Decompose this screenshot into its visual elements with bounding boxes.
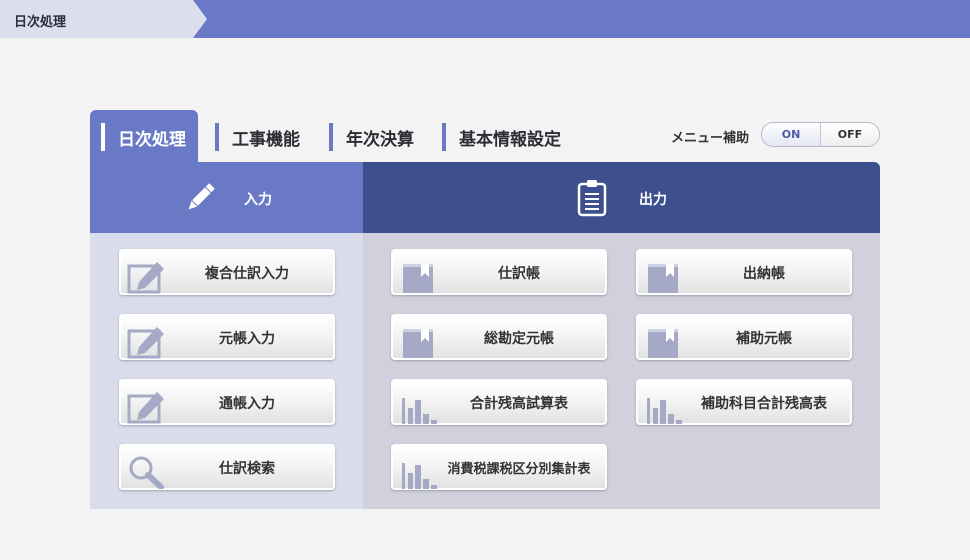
tab-label: 工事機能	[232, 129, 300, 150]
tab-marker	[101, 123, 105, 151]
cash-book-button[interactable]: 出納帳	[636, 249, 852, 295]
button-label: 元帳入力	[219, 331, 275, 347]
tab-marker	[442, 123, 446, 151]
button-label: 合計残高試算表	[470, 396, 568, 412]
button-label: 総勘定元帳	[484, 331, 554, 347]
input-panel-title: 入力	[244, 192, 272, 208]
toggle-on-button[interactable]: ON	[762, 123, 821, 146]
button-label: 出納帳	[743, 266, 785, 282]
ledger-icon	[403, 264, 433, 293]
journal-search-button[interactable]: 仕訳検索	[119, 444, 335, 490]
bar-chart-icon	[402, 463, 437, 489]
subsidiary-trial-balance-button[interactable]: 補助科目合計残高表	[636, 379, 852, 425]
output-panel-header: 出力	[363, 162, 880, 233]
ledger-icon	[648, 329, 678, 358]
breadcrumb-label: 日次処理	[14, 15, 67, 30]
button-label: 補助科目合計残高表	[701, 396, 827, 412]
general-ledger-button[interactable]: 総勘定元帳	[391, 314, 607, 360]
passbook-entry-button[interactable]: 通帳入力	[119, 379, 335, 425]
button-label: 通帳入力	[219, 396, 275, 412]
button-label: 仕訳検索	[219, 461, 275, 477]
output-panel-title: 出力	[639, 192, 667, 208]
button-label: 仕訳帳	[498, 266, 540, 282]
tab-construction[interactable]: 工事機能	[215, 123, 300, 151]
ledger-icon	[403, 329, 433, 358]
tab-daily-processing[interactable]: 日次処理	[101, 123, 186, 151]
bar-chart-icon	[647, 398, 682, 424]
menu-assist-label: メニュー補助	[671, 131, 750, 146]
pencil-icon	[188, 183, 215, 210]
journal-book-button[interactable]: 仕訳帳	[391, 249, 607, 295]
toggle-off-button[interactable]: OFF	[821, 123, 879, 146]
tab-basic-settings[interactable]: 基本情報設定	[442, 123, 561, 151]
breadcrumb[interactable]: 日次処理	[0, 0, 207, 38]
tab-year-end[interactable]: 年次決算	[329, 123, 414, 151]
button-label: 補助元帳	[736, 331, 792, 347]
trial-balance-button[interactable]: 合計残高試算表	[391, 379, 607, 425]
subsidiary-ledger-button[interactable]: 補助元帳	[636, 314, 852, 360]
consumption-tax-summary-button[interactable]: 消費税課税区分別集計表	[391, 444, 607, 490]
tab-marker	[215, 123, 219, 151]
compound-journal-entry-button[interactable]: 複合仕訳入力	[119, 249, 335, 295]
edit-icon	[127, 327, 164, 359]
tab-label: 年次決算	[346, 129, 414, 150]
search-icon	[129, 456, 164, 489]
tab-marker	[329, 123, 333, 151]
button-label: 消費税課税区分別集計表	[447, 462, 591, 477]
clipboard-icon	[577, 180, 607, 217]
edit-icon	[127, 392, 164, 424]
ledger-icon	[648, 264, 678, 293]
tab-label: 基本情報設定	[459, 129, 561, 150]
bar-chart-icon	[402, 398, 437, 424]
edit-icon	[127, 262, 164, 294]
menu-assist-toggle[interactable]: ON OFF	[761, 122, 880, 147]
ledger-entry-button[interactable]: 元帳入力	[119, 314, 335, 360]
tab-label: 日次処理	[118, 129, 186, 150]
button-label: 複合仕訳入力	[205, 266, 289, 282]
input-panel-header: 入力	[90, 162, 363, 233]
